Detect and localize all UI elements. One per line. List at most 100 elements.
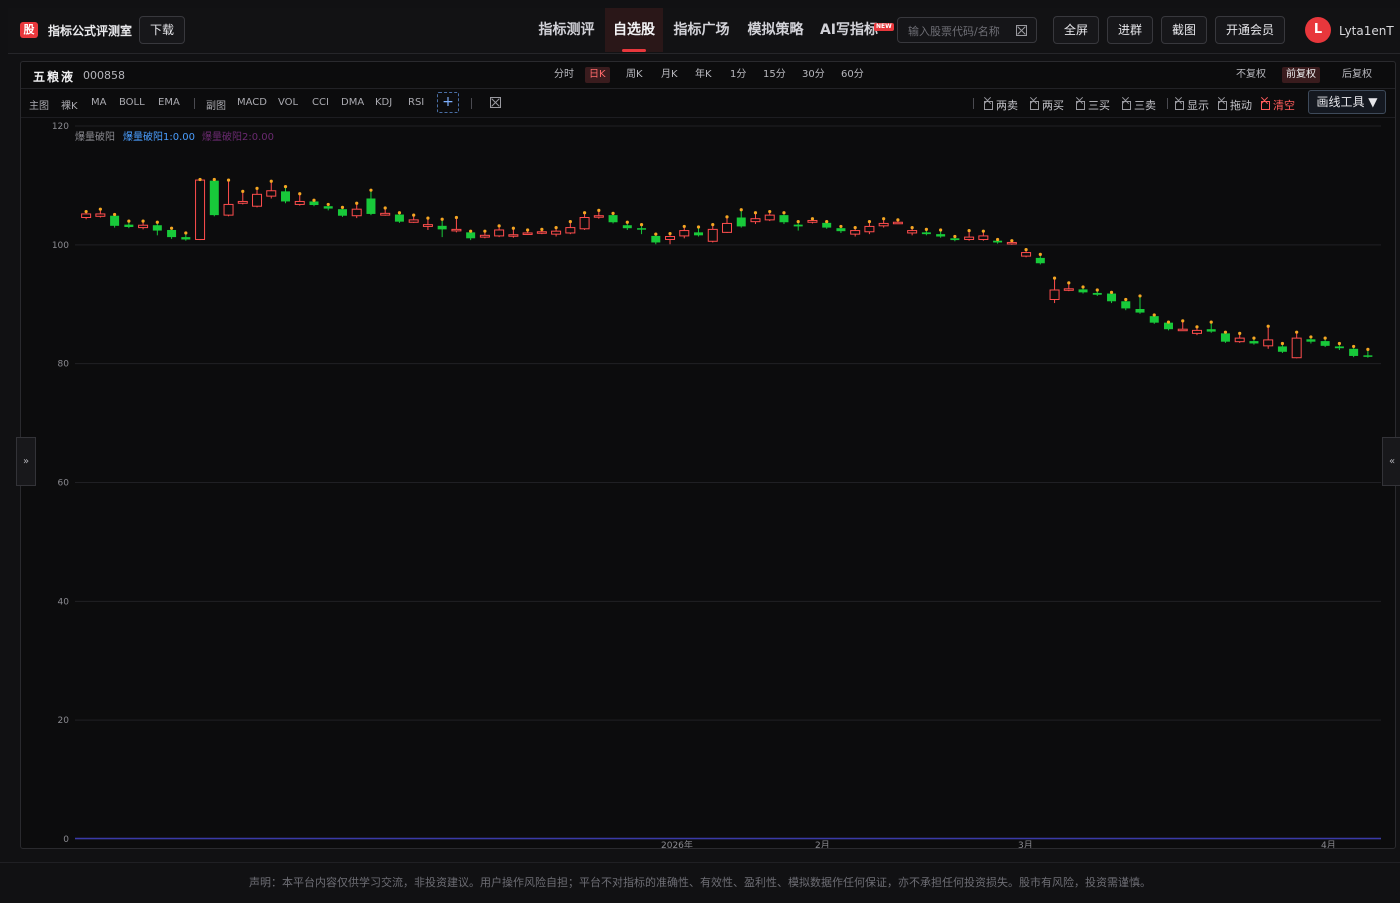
candle-body	[451, 228, 462, 232]
high-marker-dot	[1181, 319, 1185, 323]
nav-item-simulated-strategy[interactable]: 模拟策略	[741, 8, 810, 52]
high-marker-dot	[768, 209, 772, 214]
candle-body	[1234, 337, 1245, 343]
indicator-vol[interactable]: VOL	[278, 97, 298, 108]
download-button[interactable]: 下载	[139, 16, 185, 44]
timeframe-15min[interactable]: 15分	[759, 67, 790, 83]
signal-three-sell[interactable]: 三卖	[1122, 97, 1156, 113]
candle-body	[1249, 341, 1259, 344]
adjust-backward[interactable]: 后复权	[1338, 67, 1376, 83]
screenshot-button[interactable]: 截图	[1161, 16, 1207, 44]
candle-body	[864, 225, 875, 233]
signal-label: 显示	[1187, 99, 1209, 112]
high-marker-dot	[1366, 347, 1370, 352]
signal-three-buy[interactable]: 三买	[1076, 97, 1110, 113]
candle-body	[637, 228, 647, 230]
toggle-show[interactable]: 显示	[1175, 97, 1209, 113]
checkbox-icon	[1261, 101, 1270, 110]
timeframe-1min[interactable]: 1分	[726, 67, 750, 83]
adjust-none[interactable]: 不复权	[1232, 67, 1270, 83]
legend-value-1: 爆量破阳1:0.00	[123, 130, 195, 143]
candle-body	[1135, 309, 1145, 313]
high-marker-dot	[1095, 288, 1099, 292]
indicator-boll[interactable]: BOLL	[119, 97, 145, 108]
candle	[351, 201, 362, 219]
high-marker-dot	[696, 225, 701, 229]
high-marker-dot	[169, 226, 174, 230]
timeframe-intraday[interactable]: 分时	[550, 67, 578, 83]
high-marker-dot	[1038, 252, 1042, 256]
candle	[1263, 324, 1274, 349]
chevron-down-icon: ▼	[1368, 95, 1378, 109]
high-marker-dot	[1052, 276, 1057, 280]
stock-search-input[interactable]: 输入股票代码/名称	[897, 17, 1037, 43]
join-group-button[interactable]: 进群	[1107, 16, 1153, 44]
candle-body	[694, 232, 704, 236]
candle-body	[807, 219, 818, 223]
membership-button[interactable]: 开通会员	[1215, 16, 1285, 44]
signal-two-sell[interactable]: 两卖	[984, 97, 1018, 113]
indicator-rsi[interactable]: RSI	[408, 97, 424, 108]
signal-label: 拖动	[1230, 99, 1252, 112]
user-avatar[interactable]: L	[1305, 17, 1331, 43]
indicator-naked-k[interactable]: 裸K	[61, 97, 78, 112]
timeframe-30min[interactable]: 30分	[798, 67, 829, 83]
candle	[921, 227, 931, 236]
high-marker-dot	[654, 232, 658, 236]
nav-item-indicator-review[interactable]: 指标测评	[532, 8, 601, 52]
draw-tool-label: 画线工具	[1316, 95, 1365, 109]
candle	[764, 209, 775, 222]
high-marker-dot	[1280, 341, 1285, 346]
candle-body	[223, 203, 234, 216]
timeframe-weekly[interactable]: 周K	[622, 67, 647, 83]
indicator-cci[interactable]: CCI	[312, 97, 329, 108]
clear-search-icon[interactable]	[1016, 25, 1027, 36]
clear-button[interactable]: 清空	[1261, 97, 1295, 113]
timeframe-monthly[interactable]: 月K	[657, 67, 682, 83]
high-marker-dot	[1138, 294, 1142, 298]
candle-body	[1363, 355, 1373, 357]
candle-body	[237, 200, 248, 204]
candle	[679, 224, 690, 239]
add-indicator-button[interactable]: +	[437, 92, 459, 113]
indicator-kdj[interactable]: KDJ	[375, 97, 392, 108]
high-marker-dot	[483, 229, 487, 233]
indicator-toolbar: 主图 裸K MA BOLL EMA 副图 MACD VOL CCI DMA KD…	[21, 89, 1395, 118]
candle-body	[722, 222, 732, 233]
candle-body	[437, 225, 447, 230]
high-marker-dot	[668, 231, 672, 236]
high-marker-dot	[397, 211, 402, 215]
indicator-ma[interactable]: MA	[91, 97, 106, 108]
high-marker-dot	[526, 228, 530, 232]
candle	[181, 231, 191, 241]
user-name[interactable]: Lyta1enT	[1339, 24, 1394, 38]
candlestick-chart[interactable]: 0 20 40 60 80 100 120 2026年 2月 3月 4月 爆量破阳 爆量破阳1:0.…	[21, 118, 1395, 848]
timeframe-yearly[interactable]: 年K	[691, 67, 716, 83]
timeframe-daily[interactable]: 日K	[585, 67, 610, 83]
candle	[152, 220, 162, 236]
draw-tool-dropdown[interactable]: 画线工具 ▼	[1308, 90, 1386, 114]
indicator-dma[interactable]: DMA	[341, 97, 364, 108]
fullscreen-button[interactable]: 全屏	[1053, 16, 1099, 44]
candle-body	[366, 198, 376, 214]
high-marker-dot	[1010, 239, 1014, 243]
candle-body	[964, 236, 975, 240]
timeframe-60min[interactable]: 60分	[837, 67, 868, 83]
adjust-forward[interactable]: 前复权	[1282, 67, 1320, 83]
candle	[707, 223, 718, 243]
indicator-ema[interactable]: EMA	[158, 97, 180, 108]
expand-left-panel-button[interactable]: »	[16, 437, 36, 486]
sub-chart-label: 副图	[206, 101, 226, 112]
expand-right-panel-button[interactable]: «	[1382, 437, 1400, 486]
app-logo[interactable]: 股	[20, 22, 38, 38]
indicator-macd[interactable]: MACD	[237, 97, 267, 108]
signal-two-buy[interactable]: 两买	[1030, 97, 1064, 113]
nav-item-watchlist[interactable]: 自选股	[605, 8, 663, 52]
high-marker-dot	[98, 207, 102, 211]
high-marker-dot	[454, 215, 459, 220]
high-marker-dot	[910, 226, 914, 230]
toggle-drag[interactable]: 拖动	[1218, 97, 1252, 113]
close-indicator-icon[interactable]	[490, 97, 501, 108]
nav-item-indicator-square[interactable]: 指标广场	[667, 8, 736, 52]
candle-body	[394, 214, 404, 222]
